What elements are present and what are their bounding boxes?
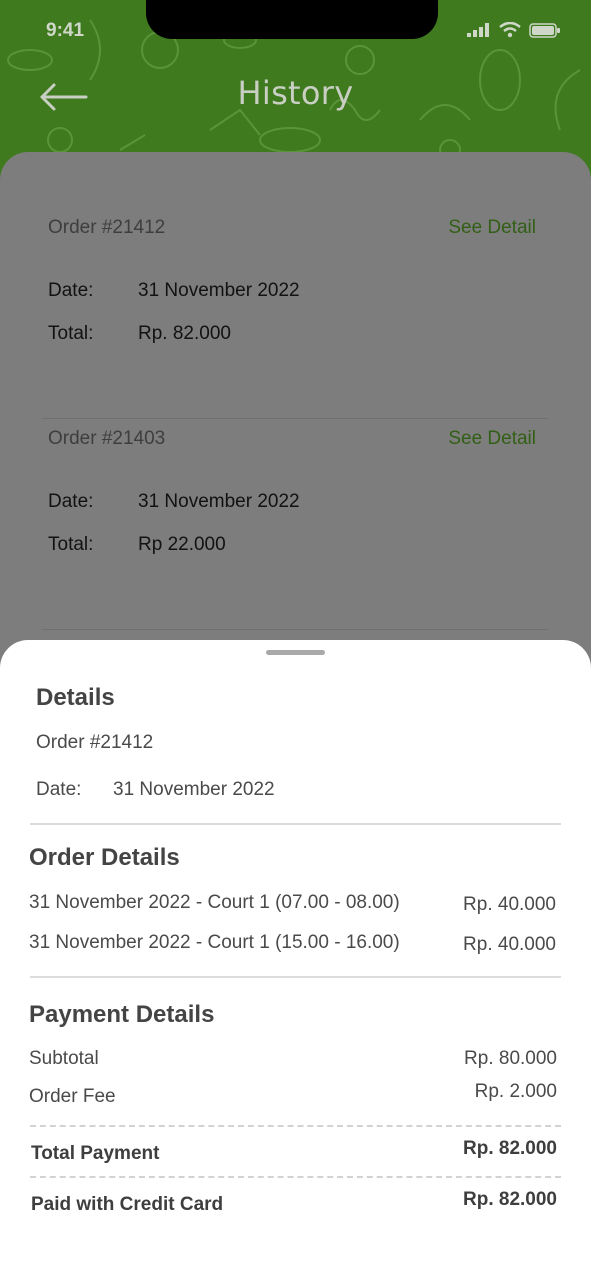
date-label: Date:: [48, 280, 94, 301]
order-details-title: Order Details: [29, 844, 180, 871]
total-payment-label: Total Payment: [31, 1143, 160, 1164]
order-total: Rp. 82.000: [138, 323, 231, 344]
order-card: Order #21412 See Detail Date: 31 Novembe…: [42, 207, 548, 419]
signal-icon: [467, 23, 489, 37]
sheet-order-id: Order #21412: [36, 732, 154, 753]
wifi-icon: [499, 22, 521, 38]
total-payment-value: Rp. 82.000: [463, 1138, 557, 1159]
dashed-divider: [30, 1125, 561, 1127]
see-detail-link[interactable]: See Detail: [448, 428, 536, 450]
order-item-price: Rp. 40.000: [463, 894, 556, 915]
order-date: 31 November 2022: [138, 280, 300, 301]
subtotal-value: Rp. 80.000: [464, 1048, 557, 1069]
sheet-date-label: Date:: [36, 779, 82, 800]
order-total: Rp 22.000: [138, 534, 226, 555]
status-icons: [467, 22, 561, 38]
sheet-drag-handle[interactable]: [266, 650, 325, 655]
order-fee-value: Rp. 2.000: [474, 1081, 557, 1102]
order-card: Order #21403 See Detail Date: 31 Novembe…: [42, 418, 548, 630]
divider: [30, 823, 561, 825]
sheet-date: 31 November 2022: [113, 779, 275, 800]
dashed-divider: [30, 1176, 561, 1178]
see-detail-link[interactable]: See Detail: [448, 217, 536, 239]
divider: [30, 976, 561, 978]
order-details-sheet: Details Order #21412 Date: 31 November 2…: [0, 640, 591, 1280]
order-item-desc: 31 November 2022 - Court 1 (15.00 - 16.0…: [29, 932, 400, 953]
total-label: Total:: [48, 323, 94, 344]
paid-method-label: Paid with Credit Card: [31, 1194, 224, 1215]
device-notch: [146, 0, 438, 39]
order-id: Order #21403: [48, 428, 166, 449]
order-id: Order #21412: [48, 217, 166, 238]
order-item-desc: 31 November 2022 - Court 1 (07.00 - 08.0…: [29, 892, 400, 913]
subtotal-label: Subtotal: [29, 1048, 99, 1069]
payment-details-title: Payment Details: [29, 1001, 215, 1028]
battery-icon: [529, 22, 560, 38]
total-label: Total:: [48, 534, 94, 555]
order-item-price: Rp. 40.000: [463, 934, 556, 955]
sheet-title: Details: [36, 684, 115, 711]
order-fee-label: Order Fee: [29, 1086, 116, 1107]
date-label: Date:: [48, 491, 94, 512]
status-time: 9:41: [46, 20, 85, 41]
paid-amount-value: Rp. 82.000: [463, 1189, 557, 1210]
order-date: 31 November 2022: [138, 491, 300, 512]
page-title: History: [237, 74, 354, 112]
